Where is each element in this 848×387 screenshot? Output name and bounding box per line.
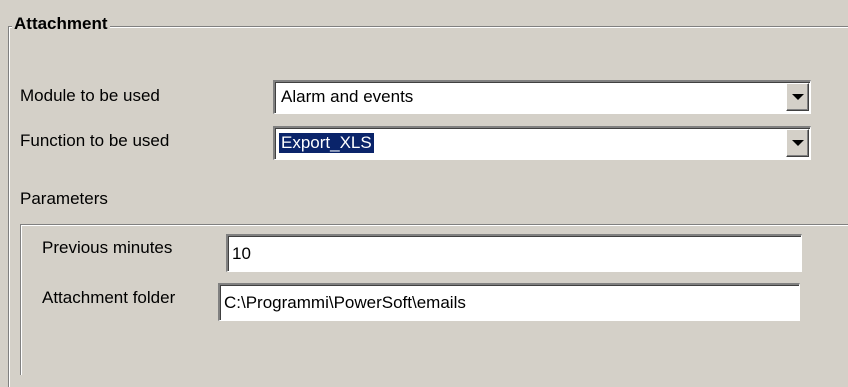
- function-dropdown-button[interactable]: [786, 129, 809, 157]
- function-selected-value: Export_XLS: [278, 132, 375, 154]
- module-selected-value: Alarm and events: [281, 87, 414, 106]
- chevron-down-icon: [792, 94, 804, 100]
- chevron-down-icon: [792, 140, 804, 146]
- previous-minutes-field[interactable]: [226, 234, 802, 272]
- module-combobox[interactable]: Alarm and events: [273, 80, 811, 114]
- attachment-group-title: Attachment: [12, 14, 110, 34]
- attachment-folder-label: Attachment folder: [42, 288, 176, 307]
- previous-minutes-label: Previous minutes: [42, 238, 173, 257]
- parameters-label: Parameters: [20, 189, 108, 208]
- module-label: Module to be used: [20, 86, 160, 105]
- module-dropdown-button[interactable]: [786, 83, 809, 111]
- function-combobox[interactable]: Export_XLS: [273, 126, 811, 160]
- attachment-folder-field[interactable]: [218, 283, 800, 321]
- function-label: Function to be used: [20, 131, 170, 150]
